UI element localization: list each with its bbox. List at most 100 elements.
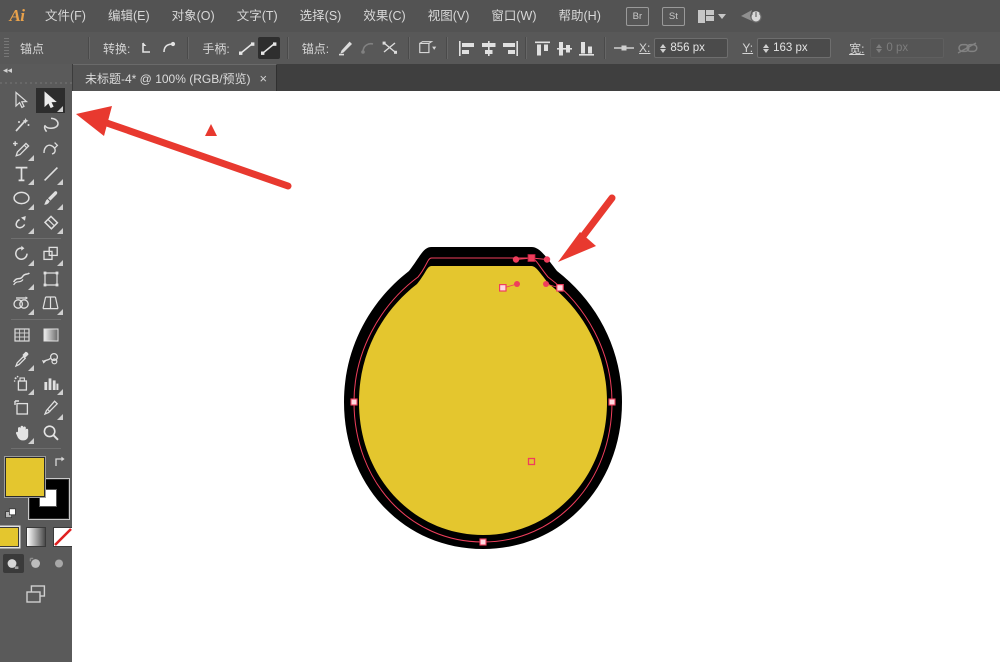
tools-panel: ◂◂ — [0, 64, 73, 662]
control-bar-grip[interactable] — [4, 38, 9, 58]
color-mode-solid-button[interactable] — [0, 527, 19, 547]
slice-tool[interactable] — [36, 396, 65, 421]
align-right-button[interactable] — [499, 37, 521, 59]
type-tool[interactable] — [7, 162, 36, 187]
width-tool[interactable] — [7, 267, 36, 292]
menu-type[interactable]: 文字(T) — [226, 0, 289, 32]
tools-panel-collapse-button[interactable]: ◂◂ — [0, 64, 75, 77]
draw-normal-button[interactable] — [2, 554, 24, 573]
flyout-indicator-icon — [57, 259, 63, 266]
link-dimensions-icon[interactable] — [956, 37, 978, 59]
handle-right-shoulder — [543, 281, 549, 287]
scale-tool[interactable] — [36, 242, 65, 267]
handle-peak-right — [543, 256, 551, 263]
arrange-documents-button[interactable] — [697, 9, 727, 23]
eyedropper-tool[interactable] — [7, 347, 36, 372]
flyout-indicator-icon — [28, 308, 34, 315]
stock-button[interactable]: St — [661, 6, 685, 26]
swap-fill-stroke-icon[interactable] — [53, 455, 67, 469]
align-bottom-button[interactable] — [575, 37, 597, 59]
workspace-switcher-icon[interactable] — [739, 7, 763, 25]
flyout-indicator-icon — [57, 228, 63, 234]
eraser-tool[interactable] — [36, 211, 65, 236]
selection-tool[interactable] — [7, 88, 36, 113]
menu-select[interactable]: 选择(S) — [289, 0, 353, 32]
remove-anchor-button[interactable] — [335, 37, 357, 59]
bridge-button[interactable]: Br — [625, 6, 649, 26]
line-segment-tool[interactable] — [36, 162, 65, 187]
shape-builder-tool[interactable] — [7, 291, 36, 316]
free-transform-tool[interactable] — [36, 267, 65, 292]
color-mode-gradient-button[interactable] — [26, 527, 46, 547]
x-stepper[interactable] — [660, 43, 667, 53]
perspective-grid-tool[interactable] — [36, 291, 65, 316]
column-graph-tool[interactable] — [36, 372, 65, 397]
divider — [408, 37, 411, 59]
document-tab-bar: 未标题-4* @ 100% (RGB/预览) × — [72, 64, 1000, 91]
convert-to-smooth-button[interactable] — [158, 37, 180, 59]
ellipse-tool[interactable] — [7, 186, 36, 211]
hide-handles-button[interactable] — [257, 37, 280, 59]
menu-file[interactable]: 文件(F) — [34, 0, 97, 32]
app-logo: Ai — [9, 6, 25, 25]
divider — [11, 448, 61, 449]
blend-tool[interactable] — [36, 347, 65, 372]
convert-to-corner-button[interactable] — [136, 37, 158, 59]
transform-dropdown-button[interactable] — [417, 37, 439, 59]
close-icon[interactable]: × — [260, 72, 268, 85]
tools-panel-grip[interactable] — [0, 77, 72, 88]
show-handles-button[interactable] — [236, 37, 258, 59]
flyout-indicator-icon — [28, 259, 34, 266]
align-center-horizontal-button[interactable] — [477, 37, 499, 59]
align-top-button[interactable] — [531, 37, 553, 59]
zoom-tool[interactable] — [36, 421, 65, 446]
paintbrush-tool[interactable] — [36, 186, 65, 211]
x-coordinate-field[interactable]: 856 px — [654, 38, 729, 58]
screen-mode-button[interactable] — [22, 583, 50, 608]
artboard[interactable] — [72, 91, 1000, 662]
menu-help[interactable]: 帮助(H) — [548, 0, 612, 32]
document-tab[interactable]: 未标题-4* @ 100% (RGB/预览) × — [72, 64, 278, 91]
mesh-tool[interactable] — [7, 323, 36, 348]
convert-label: 转换: — [103, 41, 131, 56]
align-left-button[interactable] — [455, 37, 477, 59]
gradient-tool[interactable] — [36, 323, 65, 348]
artwork-svg[interactable] — [72, 91, 1000, 662]
lemon-shape[interactable] — [344, 247, 622, 549]
lasso-tool[interactable] — [36, 113, 65, 138]
flyout-indicator-icon — [57, 389, 63, 395]
menu-edit[interactable]: 编辑(E) — [97, 0, 161, 32]
pen-tool[interactable] — [7, 137, 36, 162]
rotate-tool[interactable] — [7, 242, 36, 267]
anchor-bottom — [479, 538, 487, 546]
cut-path-button[interactable] — [379, 37, 401, 59]
y-stepper[interactable] — [763, 43, 770, 53]
flyout-indicator-icon — [28, 389, 34, 395]
direct-selection-tool[interactable] — [36, 88, 65, 113]
y-coordinate-field[interactable]: 163 px — [757, 38, 832, 58]
fill-swatch[interactable] — [5, 457, 45, 497]
menu-window[interactable]: 窗口(W) — [480, 0, 547, 32]
draw-inside-button[interactable] — [49, 554, 70, 573]
menu-effect[interactable]: 效果(C) — [352, 0, 416, 32]
hand-tool[interactable] — [7, 421, 36, 446]
default-fill-stroke-icon[interactable] — [5, 508, 18, 521]
draw-behind-button[interactable] — [26, 554, 47, 573]
menu-view[interactable]: 视图(V) — [417, 0, 481, 32]
symbol-sprayer-tool[interactable] — [7, 372, 36, 397]
magic-wand-tool[interactable] — [7, 113, 36, 138]
x-label: X: — [639, 41, 651, 55]
color-mode-none-button[interactable] — [53, 527, 73, 547]
canvas-area[interactable] — [72, 91, 1000, 662]
transform-reference-icon — [613, 37, 635, 59]
menu-object[interactable]: 对象(O) — [161, 0, 226, 32]
connect-anchors-button[interactable] — [357, 37, 379, 59]
x-value: 856 px — [670, 42, 705, 54]
shaper-tool[interactable] — [7, 211, 36, 236]
curvature-tool[interactable] — [36, 137, 65, 162]
divider — [187, 37, 190, 59]
flyout-indicator-icon — [28, 203, 34, 210]
align-middle-vertical-button[interactable] — [553, 37, 575, 59]
width-stepper — [876, 43, 883, 53]
artboard-tool[interactable] — [7, 396, 36, 421]
